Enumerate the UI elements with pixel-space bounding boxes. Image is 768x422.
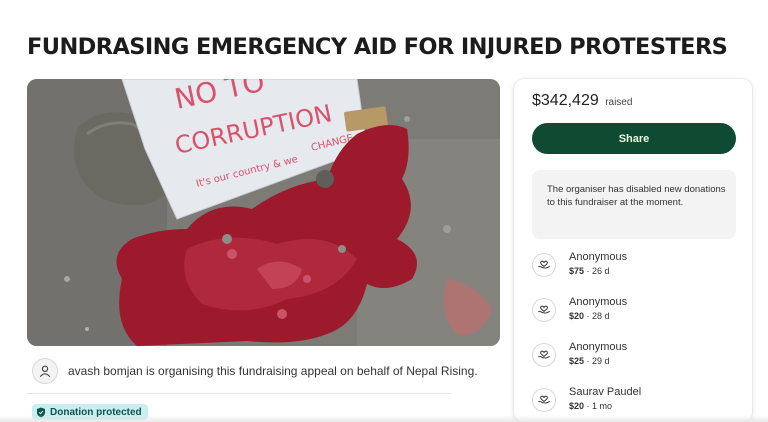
user-icon	[38, 364, 52, 378]
donation-time: · 26 d	[584, 266, 610, 276]
donation-card: $342,429 raised Share The organiser has …	[514, 79, 752, 422]
donor-name: Anonymous	[569, 341, 628, 353]
donation-amount: $20	[569, 401, 585, 411]
donation-list: Anonymous $75 · 26 d Anonymous $20 · 28 …	[532, 251, 742, 422]
donation-time: · 28 d	[584, 311, 610, 321]
protest-photo-illustration: NO TO CORRUPTION It's our country & we C…	[27, 79, 500, 346]
donor-name: Anonymous	[569, 296, 628, 308]
donor-name: Saurav Paudel	[569, 386, 642, 398]
share-button[interactable]: Share	[532, 123, 736, 154]
donation-amount: $75	[569, 266, 585, 276]
donation-amount: $20	[569, 311, 585, 321]
donation-hand-heart-icon	[532, 388, 556, 412]
donation-meta: $20 · 28 d	[569, 311, 610, 321]
donation-meta: $25 · 29 d	[569, 356, 610, 366]
donations-disabled-notice: The organiser has disabled new donations…	[532, 170, 736, 239]
donation-item: Anonymous $20 · 28 d	[532, 296, 742, 341]
bottom-fade	[0, 415, 768, 422]
donation-amount: $25	[569, 356, 585, 366]
divider	[27, 393, 451, 394]
donation-time: · 29 d	[584, 356, 610, 366]
organiser-row: avash bomjan is organising this fundrais…	[32, 357, 478, 385]
raised-amount: $342,429	[532, 92, 599, 109]
donor-name: Anonymous	[569, 251, 628, 263]
donation-item: Anonymous $25 · 29 d	[532, 341, 742, 386]
donation-hand-heart-icon	[532, 298, 556, 322]
raised-label: raised	[605, 97, 633, 108]
page-title: FUNDRASING EMERGENCY AID FOR INJURED PRO…	[27, 34, 728, 60]
donation-meta: $75 · 26 d	[569, 266, 610, 276]
donation-meta: $20 · 1 mo	[569, 401, 612, 411]
fundraiser-photo[interactable]: NO TO CORRUPTION It's our country & we C…	[27, 79, 500, 346]
organiser-text: avash bomjan is organising this fundrais…	[68, 364, 478, 378]
donation-item: Anonymous $75 · 26 d	[532, 251, 742, 296]
organiser-avatar[interactable]	[32, 358, 58, 384]
donation-hand-heart-icon	[532, 253, 556, 277]
donation-hand-heart-icon	[532, 343, 556, 367]
raised-summary: $342,429 raised	[532, 92, 632, 110]
donation-time: · 1 mo	[584, 401, 613, 411]
